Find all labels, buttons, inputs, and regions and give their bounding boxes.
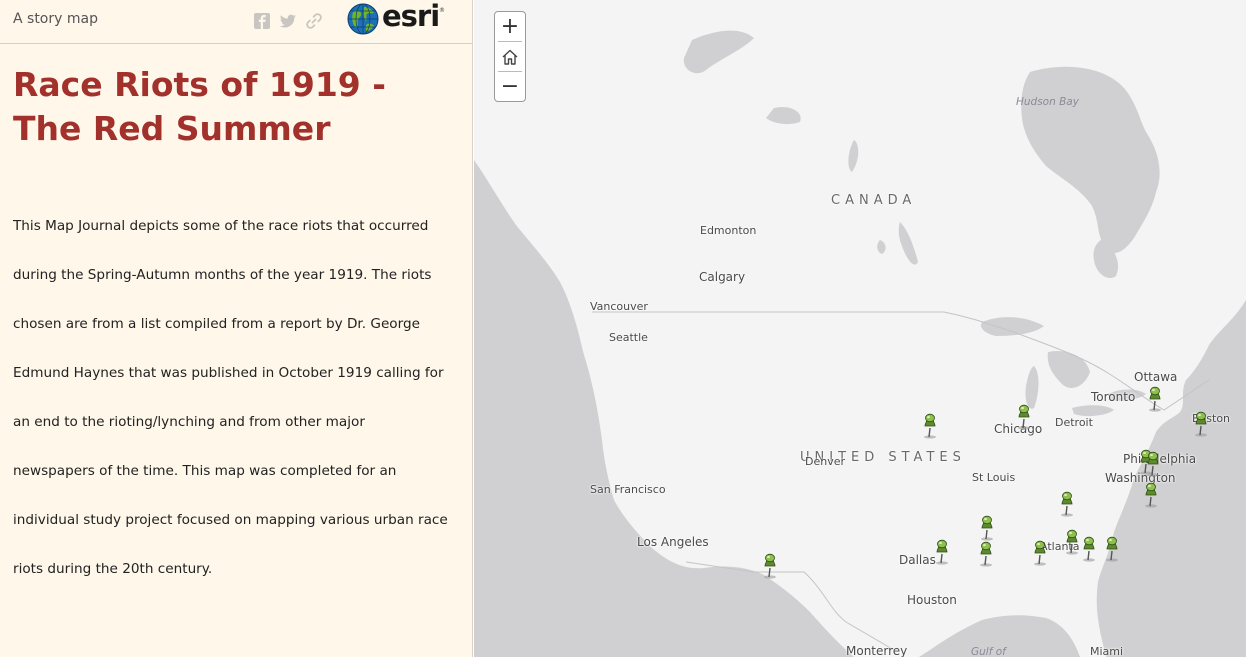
pushpin-icon	[1061, 491, 1073, 517]
riot-marker[interactable]	[762, 551, 778, 579]
riot-marker[interactable]	[1193, 409, 1209, 437]
label-vancouver: Vancouver	[590, 300, 648, 313]
riot-marker[interactable]	[979, 513, 995, 541]
label-canada: CANADA	[831, 193, 917, 208]
pushpin-icon	[1145, 482, 1157, 508]
registered-mark: ®	[439, 7, 445, 14]
label-denver: Denver	[805, 455, 846, 468]
pushpin-icon	[936, 539, 948, 565]
home-icon	[502, 49, 518, 65]
riot-marker[interactable]	[1032, 538, 1048, 566]
label-detroit: Detroit	[1055, 416, 1093, 429]
pushpin-icon	[1034, 540, 1046, 566]
story-description: This Map Journal depicts some of the rac…	[13, 218, 448, 577]
zoom-control: + −	[494, 11, 526, 102]
label-calgary: Calgary	[699, 270, 746, 284]
label-houston: Houston	[907, 593, 957, 607]
esri-logo[interactable]: esri ®	[347, 0, 445, 36]
home-button[interactable]	[495, 42, 525, 71]
esri-wordmark: esri	[382, 0, 440, 33]
facebook-icon[interactable]	[253, 12, 271, 30]
label-ottawa: Ottawa	[1134, 370, 1178, 384]
riot-marker[interactable]	[922, 411, 938, 439]
page-title: Race Riots of 1919 - The Red Summer	[13, 65, 386, 148]
map-view[interactable]: Hudson Bay CANADA Edmonton Calgary Vanco…	[474, 0, 1246, 657]
pushpin-icon	[1147, 451, 1159, 477]
pushpin-icon	[1195, 411, 1207, 437]
riot-marker[interactable]	[1145, 449, 1161, 477]
label-dallas: Dallas	[899, 553, 936, 567]
label-seattle: Seattle	[609, 331, 648, 344]
link-icon[interactable]	[305, 12, 323, 30]
basemap	[474, 0, 1246, 657]
riot-marker[interactable]	[1104, 534, 1120, 562]
pushpin-icon	[981, 515, 993, 541]
riot-marker[interactable]	[1064, 527, 1080, 555]
side-panel: A story map esri ® Race Riots of 1919 - …	[0, 0, 473, 657]
pushpin-icon	[1149, 386, 1161, 412]
label-toronto: Toronto	[1091, 390, 1136, 404]
pushpin-icon	[980, 541, 992, 567]
twitter-icon[interactable]	[279, 12, 297, 30]
pushpin-icon	[764, 553, 776, 579]
label-gulf-of-mexico: Gulf of	[971, 646, 1006, 657]
zoom-in-button[interactable]: +	[495, 12, 525, 41]
riot-marker[interactable]	[1016, 402, 1032, 430]
riot-marker[interactable]	[934, 537, 950, 565]
riot-marker[interactable]	[1059, 489, 1075, 517]
zoom-out-button[interactable]: −	[495, 72, 525, 101]
label-san-francisco: San Francisco	[590, 483, 666, 496]
label-miami: Miami	[1090, 645, 1124, 657]
label-hudson-bay: Hudson Bay	[1016, 96, 1079, 108]
pushpin-icon	[1106, 536, 1118, 562]
label-st-louis: St Louis	[972, 471, 1016, 484]
label-los-angeles: Los Angeles	[637, 535, 709, 549]
label-monterrey: Monterrey	[846, 644, 908, 657]
riot-marker[interactable]	[1081, 534, 1097, 562]
riot-marker[interactable]	[1143, 480, 1159, 508]
pushpin-icon	[1083, 536, 1095, 562]
label-edmonton: Edmonton	[700, 224, 757, 237]
pushpin-icon	[1066, 529, 1078, 555]
panel-header: A story map esri ®	[0, 0, 472, 44]
pushpin-icon	[1018, 404, 1030, 430]
tagline: A story map	[13, 11, 98, 27]
globe-icon	[347, 3, 379, 35]
pushpin-icon	[924, 413, 936, 439]
riot-marker[interactable]	[1147, 384, 1163, 412]
riot-marker[interactable]	[978, 539, 994, 567]
